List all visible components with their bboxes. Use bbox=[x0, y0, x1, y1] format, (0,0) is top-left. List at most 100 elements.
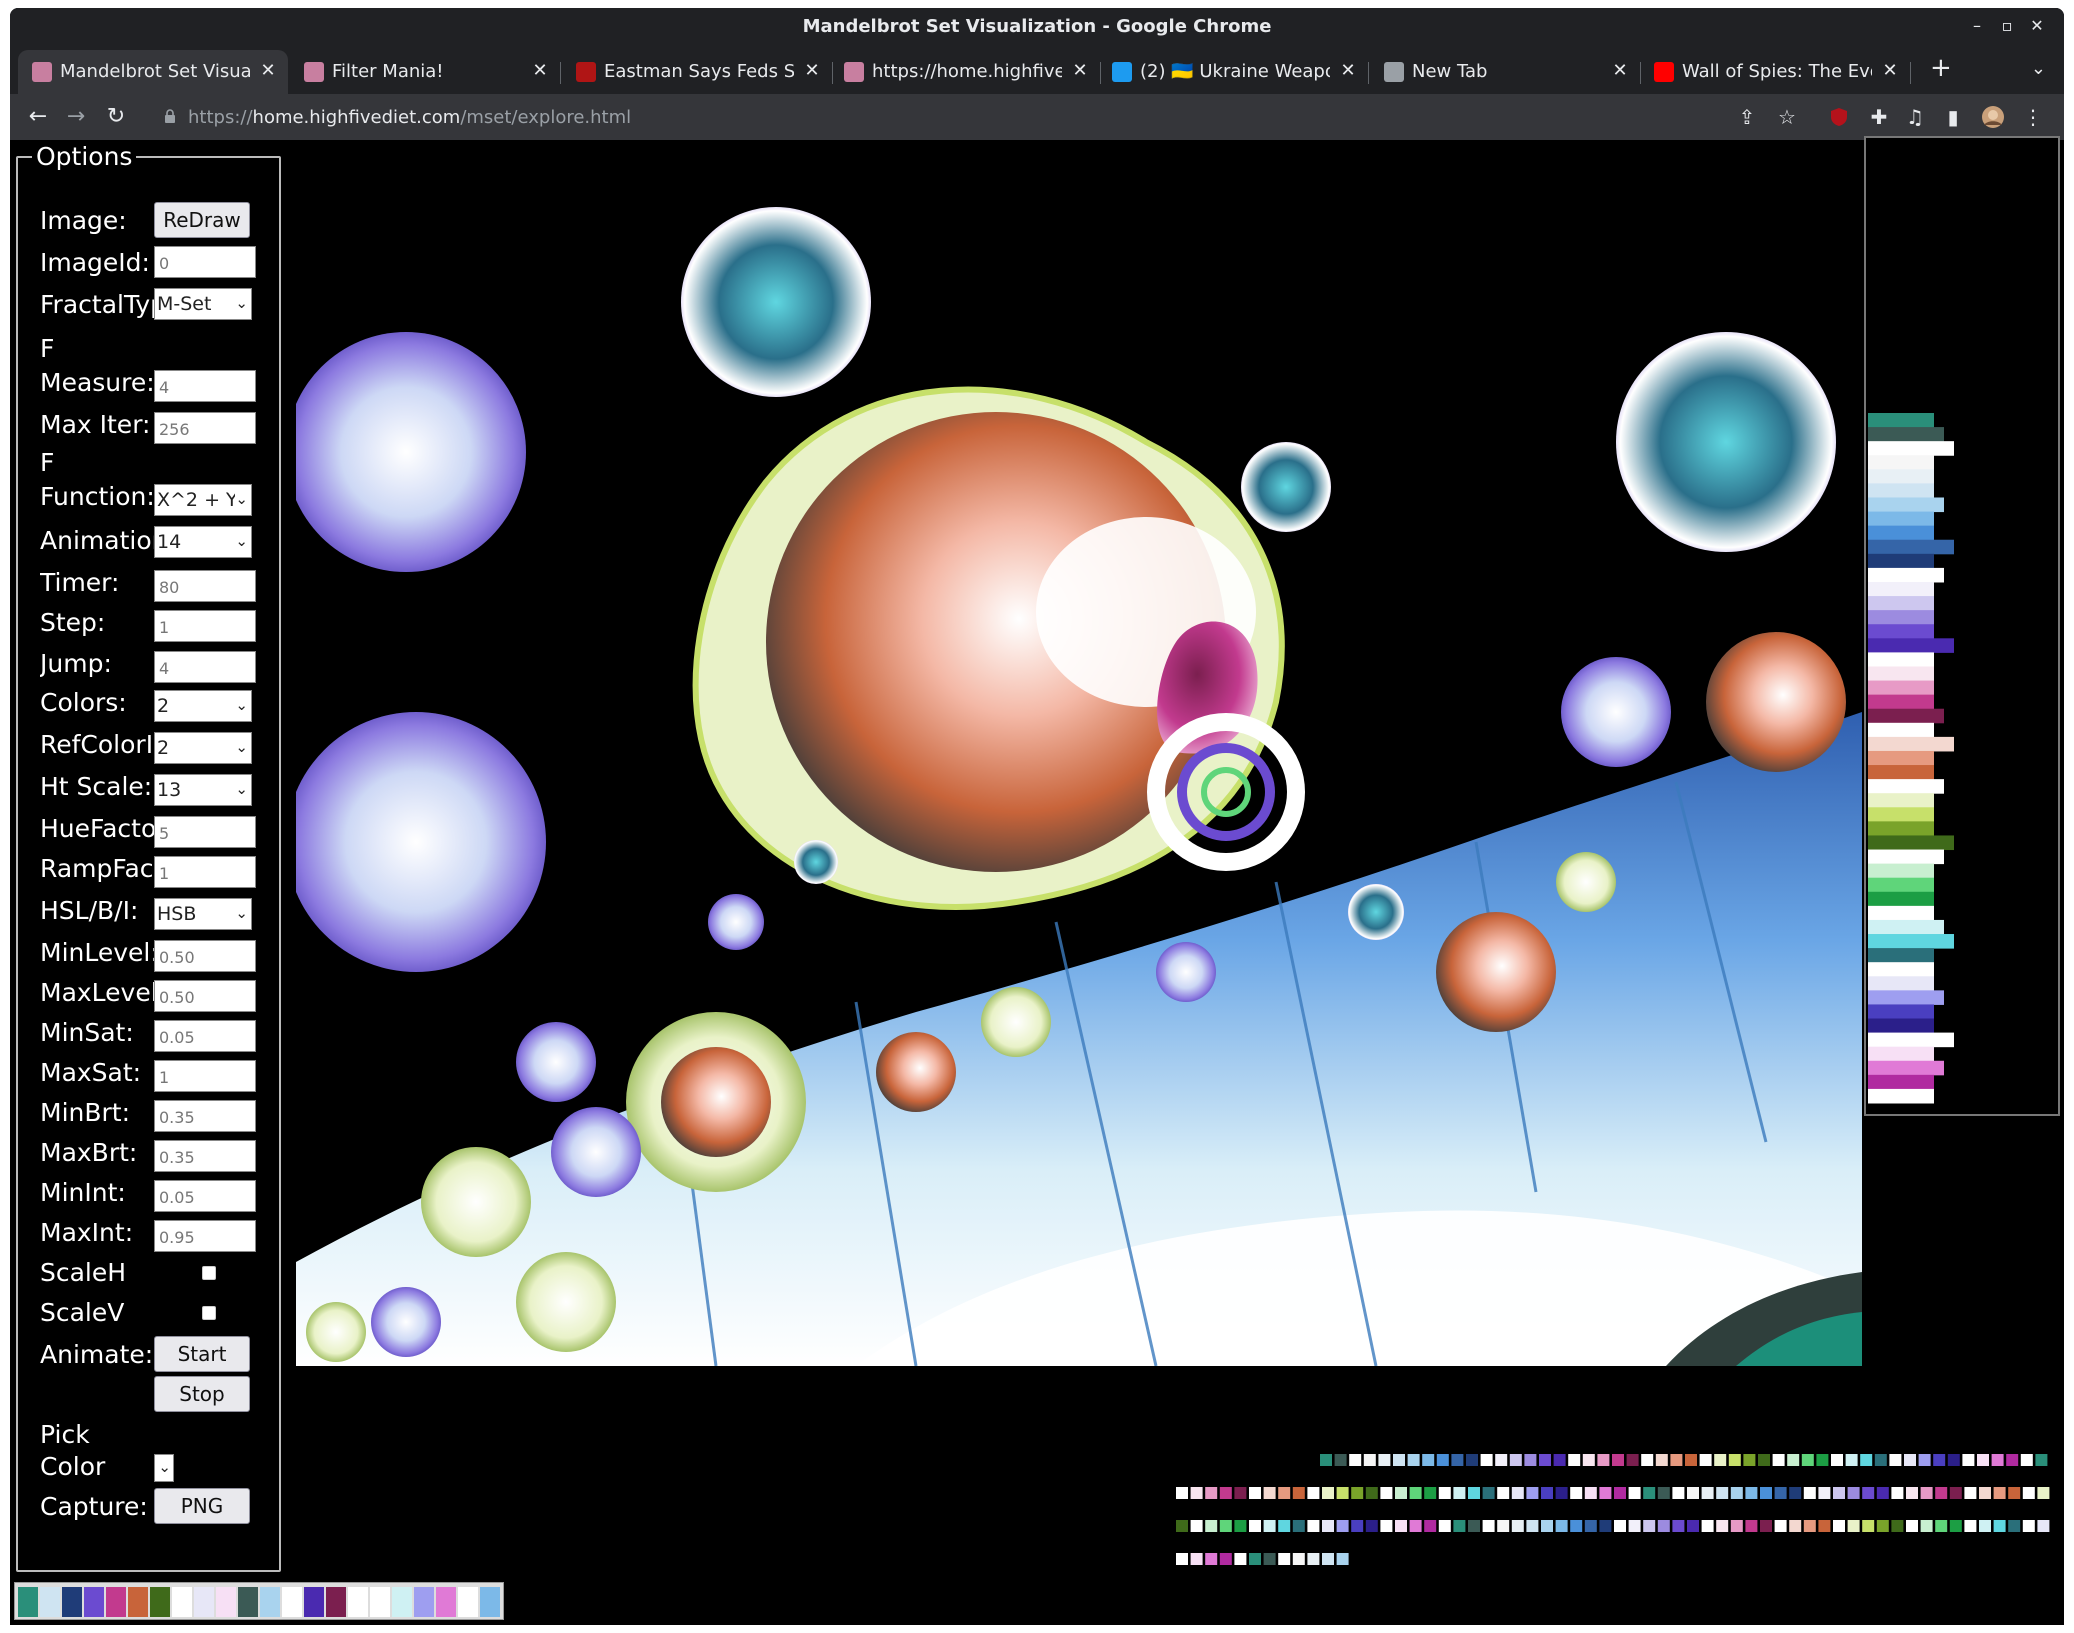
tab-close-icon[interactable]: ✕ bbox=[530, 60, 550, 81]
tab-close-icon[interactable]: ✕ bbox=[1070, 60, 1090, 81]
scaleh-checkbox[interactable] bbox=[202, 1266, 216, 1280]
maximize-icon[interactable]: ▫ bbox=[1996, 15, 2018, 37]
maxiter-input[interactable]: 256 bbox=[154, 412, 256, 444]
profile-avatar[interactable] bbox=[1980, 103, 2006, 131]
close-window-icon[interactable]: ✕ bbox=[2026, 15, 2048, 37]
minsat-input[interactable]: 0.05 bbox=[154, 1020, 256, 1052]
palette-swatch bbox=[1772, 1454, 1785, 1466]
back-icon[interactable]: ← bbox=[24, 103, 52, 131]
rampfactor-input[interactable]: 1 bbox=[154, 856, 256, 888]
animation-thumbnail[interactable] bbox=[414, 1587, 434, 1617]
maxint-input[interactable]: 0.95 bbox=[154, 1220, 256, 1252]
animation-thumbnail[interactable] bbox=[326, 1587, 346, 1617]
tab-1[interactable]: Mandelbrot Set Visual ✕ bbox=[18, 50, 288, 94]
palette-swatch bbox=[1526, 1520, 1539, 1532]
animation-thumbnail[interactable] bbox=[128, 1587, 148, 1617]
animation-thumbnail[interactable] bbox=[348, 1587, 368, 1617]
fractal-image bbox=[296, 207, 1862, 1366]
animation-thumbnail[interactable] bbox=[458, 1587, 478, 1617]
animation-thumbnail[interactable] bbox=[480, 1587, 500, 1617]
htscale-select[interactable]: 13 ⌄ bbox=[154, 774, 252, 806]
tab-4[interactable]: https://home.highfive ✕ bbox=[830, 50, 1101, 94]
animation-thumbnails[interactable] bbox=[14, 1582, 504, 1620]
animation-thumbnail[interactable] bbox=[62, 1587, 82, 1617]
tab-close-icon[interactable]: ✕ bbox=[1880, 60, 1900, 81]
forward-icon[interactable]: → bbox=[62, 103, 90, 131]
animation-thumbnail[interactable] bbox=[436, 1587, 456, 1617]
animation-thumbnail[interactable] bbox=[106, 1587, 126, 1617]
colors-label: Colors: bbox=[40, 688, 127, 717]
extensions-icon[interactable]: ✚ bbox=[1866, 103, 1892, 131]
scalev-checkbox[interactable] bbox=[202, 1306, 216, 1320]
media-control-icon[interactable]: ♫ bbox=[1902, 103, 1928, 131]
palette-swatch bbox=[2037, 1520, 2050, 1532]
redraw-button[interactable]: ReDraw bbox=[154, 202, 250, 238]
hsl-select[interactable]: HSB ⌄ bbox=[154, 898, 252, 930]
animation-thumbnail[interactable] bbox=[392, 1587, 412, 1617]
animation-thumbnail[interactable] bbox=[304, 1587, 324, 1617]
palette-swatch bbox=[1438, 1487, 1451, 1499]
animation-thumbnail[interactable] bbox=[84, 1587, 104, 1617]
tab-5[interactable]: (2) 🇺🇦 Ukraine Weapo ✕ bbox=[1098, 50, 1369, 94]
chevron-down-icon: ⌄ bbox=[158, 1458, 171, 1476]
reload-icon[interactable]: ↻ bbox=[102, 103, 130, 131]
tab-7[interactable]: Wall of Spies: The Evol ✕ bbox=[1640, 50, 1911, 94]
jump-input[interactable]: 4 bbox=[154, 651, 256, 683]
palette-swatch bbox=[1307, 1553, 1320, 1565]
animation-thumbnail[interactable] bbox=[370, 1587, 390, 1617]
palette-swatch bbox=[1685, 1454, 1697, 1466]
fractal-canvas[interactable] bbox=[296, 142, 1862, 1366]
bookmark-star-icon[interactable]: ☆ bbox=[1774, 103, 1800, 131]
side-panel-icon[interactable]: ▮ bbox=[1940, 103, 1966, 131]
colors-select[interactable]: 2 ⌄ bbox=[154, 690, 252, 722]
ffunction-select[interactable]: X^2 + Y ⌄ bbox=[154, 484, 252, 516]
huefactor-input[interactable]: 5 bbox=[154, 816, 256, 848]
tab-close-icon[interactable]: ✕ bbox=[1610, 60, 1630, 81]
step-input[interactable]: 1 bbox=[154, 610, 256, 642]
ublock-icon[interactable] bbox=[1826, 103, 1852, 131]
animation-thumbnail[interactable] bbox=[150, 1587, 170, 1617]
animation-select[interactable]: 14 ⌄ bbox=[154, 526, 252, 558]
fractaltype-select[interactable]: M-Set ⌄ bbox=[154, 288, 252, 320]
refcolorid-select[interactable]: 2 ⌄ bbox=[154, 732, 252, 764]
animation-thumbnail[interactable] bbox=[238, 1587, 258, 1617]
imageid-input[interactable]: 0 bbox=[154, 246, 256, 278]
maxsat-input[interactable]: 1 bbox=[154, 1060, 256, 1092]
palette-swatch bbox=[1541, 1520, 1553, 1532]
tab-close-icon[interactable]: ✕ bbox=[258, 60, 278, 81]
chrome-menu-icon[interactable]: ⋮ bbox=[2020, 103, 2046, 131]
tab-close-icon[interactable]: ✕ bbox=[802, 60, 822, 81]
tab-close-icon[interactable]: ✕ bbox=[1338, 60, 1358, 81]
animation-thumbnail[interactable] bbox=[194, 1587, 214, 1617]
animation-thumbnail[interactable] bbox=[282, 1587, 302, 1617]
tab-3[interactable]: Eastman Says Feds Sei ✕ bbox=[562, 50, 833, 94]
pickcolor-select[interactable]: ⌄ bbox=[154, 1454, 174, 1482]
tab-search-icon[interactable]: ⌄ bbox=[2031, 58, 2046, 79]
palette-swatch bbox=[1511, 1520, 1524, 1532]
palette-swatch bbox=[1876, 1520, 1889, 1532]
maxlevel-input[interactable]: 0.50 bbox=[154, 980, 256, 1012]
timer-input[interactable]: 80 bbox=[154, 570, 256, 602]
animation-thumbnail[interactable] bbox=[172, 1587, 192, 1617]
animation-thumbnail[interactable] bbox=[18, 1587, 38, 1617]
palette-swatch bbox=[1480, 1454, 1493, 1466]
minbrt-input[interactable]: 0.35 bbox=[154, 1100, 256, 1132]
tab-label: New Tab bbox=[1412, 61, 1488, 82]
animation-thumbnail[interactable] bbox=[40, 1587, 60, 1617]
tab-6[interactable]: New Tab ✕ bbox=[1370, 50, 1641, 94]
palette-swatch bbox=[1918, 1454, 1931, 1466]
share-icon[interactable]: ⇪ bbox=[1734, 103, 1760, 131]
palette-swatch bbox=[1626, 1454, 1639, 1466]
stop-button[interactable]: Stop bbox=[154, 1376, 250, 1412]
start-button[interactable]: Start bbox=[154, 1336, 250, 1372]
minlevel-input[interactable]: 0.50 bbox=[154, 940, 256, 972]
new-tab-icon[interactable]: + bbox=[1930, 53, 1952, 83]
maxbrt-input[interactable]: 0.35 bbox=[154, 1140, 256, 1172]
animation-thumbnail[interactable] bbox=[216, 1587, 236, 1617]
minint-input[interactable]: 0.05 bbox=[154, 1180, 256, 1212]
minimize-icon[interactable]: – bbox=[1966, 15, 1988, 37]
tab-2[interactable]: Filter Mania! ✕ bbox=[290, 50, 561, 94]
fmeasure-input[interactable]: 4 bbox=[154, 370, 256, 402]
png-button[interactable]: PNG bbox=[154, 1488, 250, 1524]
animation-thumbnail[interactable] bbox=[260, 1587, 280, 1617]
